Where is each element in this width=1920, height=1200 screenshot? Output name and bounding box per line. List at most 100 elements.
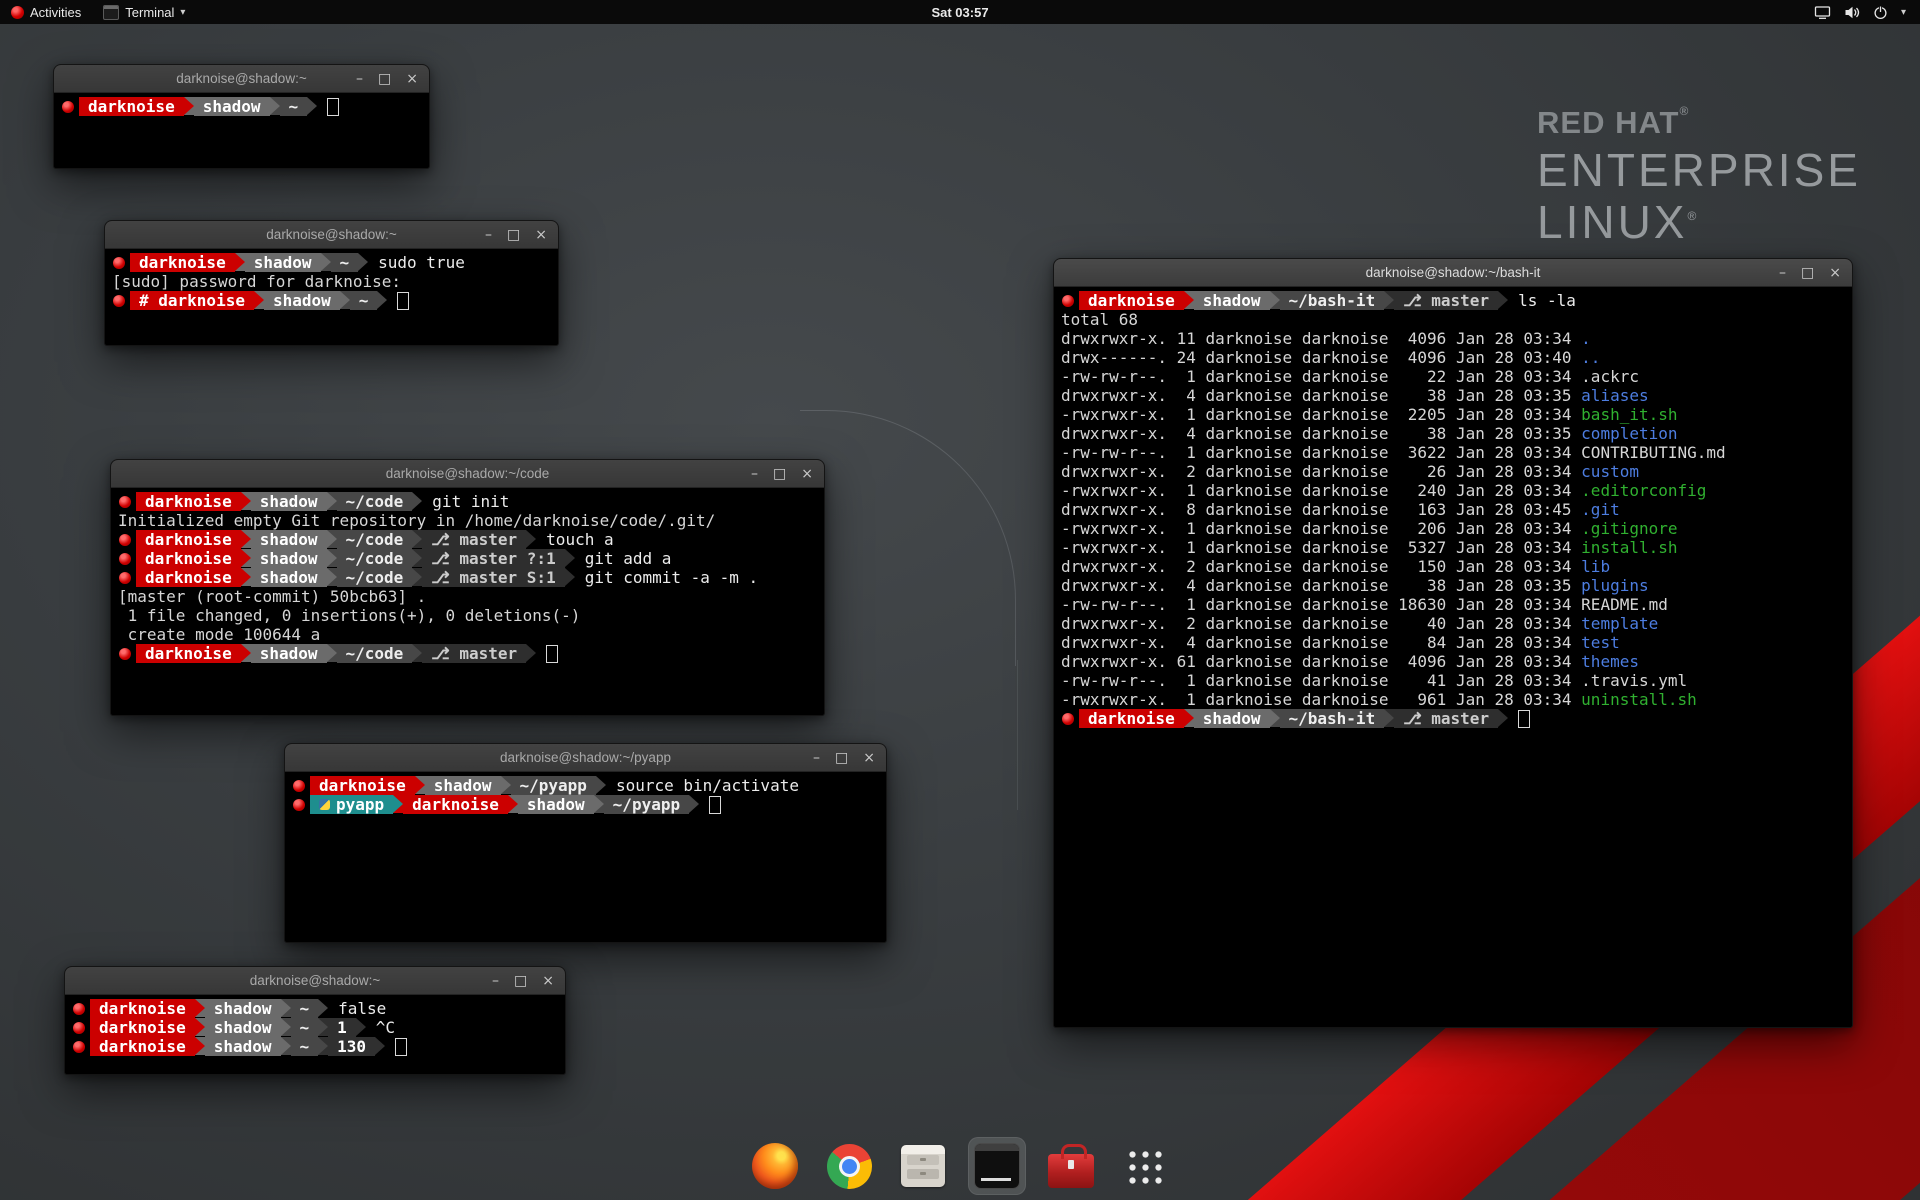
close-button[interactable]: ×	[801, 467, 813, 481]
file-name: install.sh	[1581, 538, 1677, 557]
command-text: ls -la	[1508, 291, 1576, 310]
prompt-segment-host: shadow	[1194, 291, 1270, 310]
command-text: git init	[422, 492, 509, 511]
output-text: create mode 100644 a	[118, 625, 320, 644]
file-name: uninstall.sh	[1581, 690, 1697, 709]
titlebar[interactable]: darknoise@shadow:~/pyapp – □ ×	[285, 744, 886, 772]
terminal-prompt-line: darknoiseshadow~130	[72, 1037, 558, 1056]
clock[interactable]: Sat 03:57	[0, 5, 1920, 20]
terminal-app-icon	[103, 5, 119, 20]
terminal-output-line: drwxrwxr-x. 2 darknoise darknoise 26 Jan…	[1061, 462, 1845, 481]
prompt-segment-user: darknoise	[136, 549, 241, 568]
output-text: -rwxrwxr-x. 1 darknoise darknoise 5327 J…	[1061, 538, 1581, 557]
prompt-segment-host: shadow	[245, 253, 321, 272]
prompt-segment-host: shadow	[264, 291, 340, 310]
titlebar[interactable]: darknoise@shadow:~ – □ ×	[65, 967, 565, 995]
window-title: darknoise@shadow:~	[65, 973, 565, 988]
powerline-separator-icon	[412, 530, 422, 548]
firefox-icon	[752, 1143, 798, 1189]
powerline-separator-icon	[195, 1018, 205, 1036]
prompt-segment-user: darknoise	[90, 1037, 195, 1056]
terminal-cursor	[327, 98, 339, 116]
command-text: git commit -a -m .	[575, 568, 758, 587]
maximize-button[interactable]: □	[1801, 266, 1814, 280]
terminal-cursor	[397, 292, 409, 310]
toolbox-icon	[1048, 1154, 1094, 1188]
close-button[interactable]: ×	[535, 228, 547, 242]
close-button[interactable]: ×	[406, 72, 418, 86]
powerline-separator-icon	[184, 97, 194, 115]
prompt-segment-host: shadow	[205, 999, 281, 1018]
prompt-segment-exit: 1	[328, 1018, 356, 1037]
file-name: .editorconfig	[1581, 481, 1706, 500]
command-text: touch a	[536, 530, 613, 549]
terminal-content[interactable]: darknoiseshadow~	[54, 93, 429, 120]
powerline-separator-icon	[377, 291, 387, 309]
terminal-output-line: total 68	[1061, 310, 1845, 329]
dock-firefox[interactable]	[746, 1137, 804, 1195]
minimize-button[interactable]: –	[1779, 266, 1786, 280]
window-title: darknoise@shadow:~/pyapp	[285, 750, 886, 765]
output-text: drwxrwxr-x. 4 darknoise darknoise 84 Jan…	[1061, 633, 1581, 652]
terminal-content[interactable]: darknoiseshadow~sudo true[sudo] password…	[105, 249, 558, 314]
file-name: .	[1581, 329, 1591, 348]
volume-icon[interactable]	[1844, 5, 1860, 20]
terminal-output-line: drwxrwxr-x. 4 darknoise darknoise 38 Jan…	[1061, 424, 1845, 443]
close-button[interactable]: ×	[542, 974, 554, 988]
redhat-prompt-icon	[293, 799, 305, 811]
powerline-separator-icon	[412, 568, 422, 586]
output-text: drwxrwxr-x. 8 darknoise darknoise 163 Ja…	[1061, 500, 1581, 519]
redhat-prompt-icon	[119, 648, 131, 660]
titlebar[interactable]: darknoise@shadow:~ – □ ×	[105, 221, 558, 249]
powerline-separator-icon	[327, 492, 337, 510]
minimize-button[interactable]: –	[356, 72, 363, 86]
prompt-segment-path: ~/code	[337, 492, 413, 511]
activities-button[interactable]: Activities	[0, 0, 92, 24]
powerline-separator-icon	[1498, 291, 1508, 309]
terminal-content[interactable]: darknoiseshadow~falsedarknoiseshadow~1^C…	[65, 995, 565, 1060]
powerline-separator-icon	[415, 776, 425, 794]
wallpaper-arc-line	[800, 410, 1016, 666]
maximize-button[interactable]: □	[773, 467, 786, 481]
power-icon[interactable]	[1873, 5, 1888, 20]
titlebar[interactable]: darknoise@shadow:~ – □ ×	[54, 65, 429, 93]
minimize-button[interactable]: –	[492, 974, 499, 988]
app-menu-button[interactable]: Terminal ▾	[92, 0, 196, 24]
prompt-segment-host: shadow	[518, 795, 594, 814]
prompt-segment-git: ⎇ master	[1394, 291, 1498, 310]
terminal-window-code: darknoise@shadow:~/code – □ × darknoise s…	[110, 459, 825, 716]
file-name: ..	[1581, 348, 1600, 367]
terminal-content[interactable]: darknoiseshadow~/codegit initInitialized…	[111, 488, 824, 667]
terminal-output-line: drwxrwxr-x. 2 darknoise darknoise 150 Ja…	[1061, 557, 1845, 576]
close-button[interactable]: ×	[863, 751, 875, 765]
minimize-button[interactable]: –	[485, 228, 492, 242]
terminal-content[interactable]: darknoiseshadow~/bash-it⎇ masterls -lato…	[1054, 287, 1852, 732]
output-text: drwx------. 24 darknoise darknoise 4096 …	[1061, 348, 1581, 367]
output-text: drwxrwxr-x. 4 darknoise darknoise 38 Jan…	[1061, 424, 1581, 443]
screen-share-icon[interactable]	[1814, 5, 1831, 20]
prompt-segment-user: darknoise	[136, 492, 241, 511]
prompt-segment-host: shadow	[251, 644, 327, 663]
maximize-button[interactable]: □	[835, 751, 848, 765]
maximize-button[interactable]: □	[378, 72, 391, 86]
files-icon	[901, 1145, 945, 1187]
dock-files[interactable]	[894, 1137, 952, 1195]
maximize-button[interactable]: □	[514, 974, 527, 988]
powerline-separator-icon	[1184, 291, 1194, 309]
minimize-button[interactable]: –	[751, 467, 758, 481]
maximize-button[interactable]: □	[507, 228, 520, 242]
output-text: -rw-rw-r--. 1 darknoise darknoise 18630 …	[1061, 595, 1581, 614]
dock-toolbox[interactable]	[1042, 1137, 1100, 1195]
titlebar[interactable]: darknoise@shadow:~/bash-it – □ ×	[1054, 259, 1852, 287]
minimize-button[interactable]: –	[813, 751, 820, 765]
close-button[interactable]: ×	[1829, 266, 1841, 280]
prompt-segment-path: ~	[291, 999, 319, 1018]
prompt-segment-venv: pyapp	[310, 795, 393, 814]
titlebar[interactable]: darknoise@shadow:~/code – □ ×	[111, 460, 824, 488]
powerline-separator-icon	[327, 568, 337, 586]
dock-app-grid[interactable]	[1116, 1137, 1174, 1195]
terminal-content[interactable]: darknoiseshadow~/pyappsource bin/activat…	[285, 772, 886, 818]
dock-terminal[interactable]	[968, 1137, 1026, 1195]
dock-chrome[interactable]	[820, 1137, 878, 1195]
command-text: sudo true	[368, 253, 465, 272]
